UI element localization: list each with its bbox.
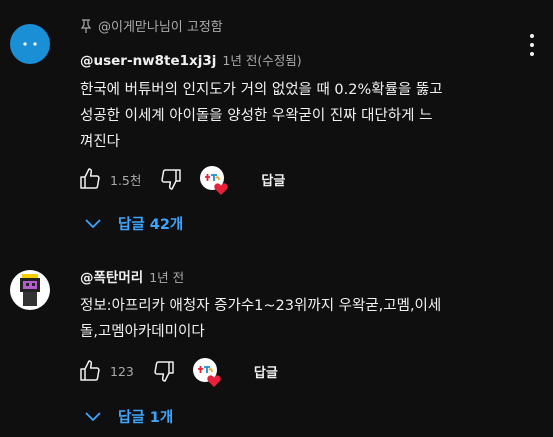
more-vert-icon bbox=[530, 34, 534, 38]
comment-thread-2: @폭탄머리 1년 전 정보:아프리카 애청자 증가수1~23위까지 우왁굳,고멤… bbox=[0, 250, 553, 437]
more-options-button[interactable] bbox=[527, 34, 537, 56]
comment-header: @폭탄머리 1년 전 bbox=[80, 266, 184, 286]
pinned-label: @이게맏나님이 고정함 bbox=[80, 16, 223, 35]
reply-button[interactable]: 답글 bbox=[261, 170, 285, 189]
thumb-up-icon bbox=[80, 360, 100, 381]
avatar[interactable] bbox=[10, 270, 50, 310]
creator-heart-badge[interactable] bbox=[192, 357, 221, 387]
thumb-down-icon bbox=[161, 169, 182, 190]
author-name[interactable]: @user-nw8te1xj3j bbox=[80, 53, 216, 69]
creator-heart-badge[interactable] bbox=[199, 165, 229, 195]
like-button[interactable] bbox=[76, 165, 104, 193]
creator-heart-icon bbox=[200, 166, 229, 195]
replies-count-label: 답글 1개 bbox=[118, 410, 174, 426]
like-count: 1.5천 bbox=[110, 172, 142, 188]
comment-text-line: 성공한 이세계 아이돌을 양성한 우왁굳이 진짜 대단하게 느 bbox=[80, 108, 433, 124]
like-button[interactable] bbox=[76, 357, 104, 385]
chevron-down-icon bbox=[85, 218, 101, 228]
replies-toggle[interactable]: 답글 42개 bbox=[84, 213, 183, 234]
replies-toggle[interactable]: 답글 1개 bbox=[84, 406, 173, 427]
comment-thread-1: @이게맏나님이 고정함 @user-nw8te1xj3j 1년 전(수정됨) 한… bbox=[0, 0, 553, 250]
chevron-down-icon bbox=[85, 411, 101, 421]
creator-heart-icon bbox=[192, 358, 221, 387]
pinned-text: @이게맏나님이 고정함 bbox=[98, 20, 223, 35]
pin-icon bbox=[80, 18, 92, 33]
comment-text-line: 돌,고멤아카데미이다 bbox=[80, 324, 205, 340]
comment-header: @user-nw8te1xj3j 1년 전(수정됨) bbox=[80, 50, 302, 69]
timestamp[interactable]: 1년 전 bbox=[149, 267, 184, 286]
like-count: 123 bbox=[110, 363, 134, 379]
timestamp[interactable]: 1년 전(수정됨) bbox=[222, 50, 301, 69]
comment-text: 한국에 버튜버의 인지도가 거의 없었을 때 0.2%확률을 뚫고 성공한 이세… bbox=[80, 77, 510, 155]
reply-button[interactable]: 답글 bbox=[254, 362, 278, 381]
thumb-up-icon bbox=[80, 168, 100, 189]
comment-text-line: 정보:아프리카 애청자 증가수1~23위까지 우왁굳,고멤,이세 bbox=[80, 298, 442, 314]
comment-actions: 123 답글 bbox=[76, 357, 278, 387]
dislike-button[interactable] bbox=[150, 357, 178, 385]
dislike-button[interactable] bbox=[157, 165, 185, 193]
replies-count-label: 답글 42개 bbox=[118, 217, 184, 233]
comment-text-line: 한국에 버튜버의 인지도가 거의 없었을 때 0.2%확률을 뚫고 bbox=[80, 82, 443, 98]
avatar[interactable] bbox=[10, 24, 50, 64]
comment-actions: 1.5천 답글 bbox=[76, 165, 285, 195]
thumb-down-icon bbox=[154, 361, 174, 382]
author-name[interactable]: @폭탄머리 bbox=[80, 266, 143, 286]
comment-text-line: 껴진다 bbox=[80, 134, 121, 150]
comment-text: 정보:아프리카 애청자 증가수1~23위까지 우왁굳,고멤,이세 돌,고멤아카데… bbox=[80, 293, 510, 345]
